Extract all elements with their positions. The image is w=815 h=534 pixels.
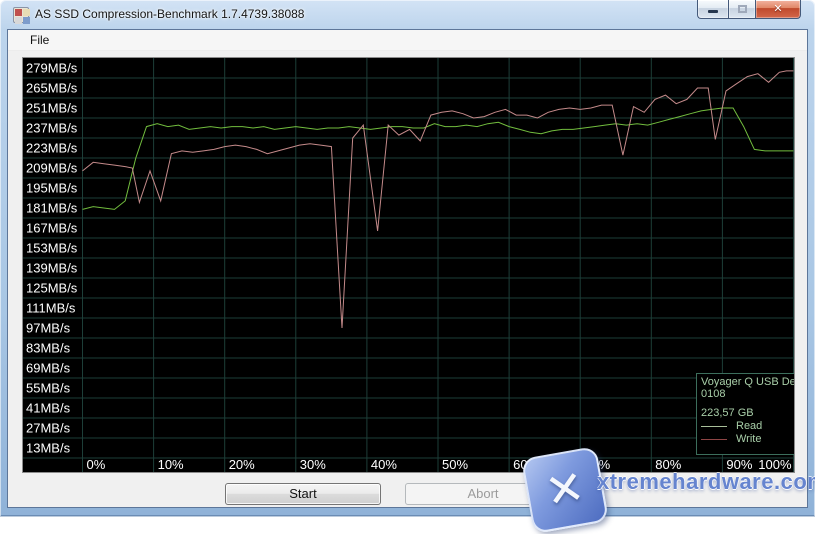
svg-text:125MB/s: 125MB/s: [26, 281, 78, 296]
menubar: File: [8, 30, 807, 51]
legend-device-name: Voyager Q USB Dev: [701, 376, 795, 388]
app-icon: [13, 7, 29, 23]
svg-text:13MB/s: 13MB/s: [26, 441, 71, 456]
close-button[interactable]: ✕: [756, 0, 801, 19]
svg-text:167MB/s: 167MB/s: [26, 221, 78, 236]
svg-text:50%: 50%: [442, 457, 468, 472]
window-controls: ✕: [697, 0, 801, 19]
abort-button[interactable]: Abort: [405, 483, 561, 505]
titlebar[interactable]: AS SSD Compression-Benchmark 1.7.4739.38…: [0, 0, 815, 30]
legend-capacity: 223,57 GB: [701, 407, 795, 419]
window-title: AS SSD Compression-Benchmark 1.7.4739.38…: [35, 0, 304, 30]
maximize-button[interactable]: [728, 0, 756, 19]
svg-text:181MB/s: 181MB/s: [26, 201, 78, 216]
svg-text:209MB/s: 209MB/s: [26, 161, 78, 176]
svg-text:41MB/s: 41MB/s: [26, 401, 71, 416]
write-line-swatch: [701, 439, 727, 440]
svg-text:279MB/s: 279MB/s: [26, 61, 78, 76]
legend-device-id: 0108: [701, 388, 795, 400]
svg-text:237MB/s: 237MB/s: [26, 121, 78, 136]
read-line-swatch: [701, 426, 727, 427]
minimize-button[interactable]: [697, 0, 728, 19]
svg-text:100%: 100%: [758, 457, 792, 472]
legend-write-row: Write: [701, 433, 795, 445]
chart-legend: Voyager Q USB Dev 0108 223,57 GB Read Wr…: [696, 373, 795, 455]
app-window: AS SSD Compression-Benchmark 1.7.4739.38…: [0, 0, 815, 517]
svg-text:111MB/s: 111MB/s: [26, 301, 76, 316]
svg-text:80%: 80%: [655, 457, 681, 472]
svg-text:83MB/s: 83MB/s: [26, 341, 71, 356]
svg-text:40%: 40%: [371, 457, 397, 472]
svg-text:27MB/s: 27MB/s: [26, 421, 71, 436]
svg-text:97MB/s: 97MB/s: [26, 321, 71, 336]
maximize-icon: [738, 5, 747, 13]
start-button[interactable]: Start: [225, 483, 381, 505]
svg-text:195MB/s: 195MB/s: [26, 181, 78, 196]
svg-text:251MB/s: 251MB/s: [26, 101, 78, 116]
legend-read-row: Read: [701, 420, 795, 432]
svg-text:55MB/s: 55MB/s: [26, 381, 71, 396]
legend-read-label: Read: [736, 420, 762, 432]
svg-text:60%: 60%: [513, 457, 539, 472]
menu-item-file[interactable]: File: [21, 30, 58, 50]
svg-text:139MB/s: 139MB/s: [26, 261, 78, 276]
svg-text:30%: 30%: [300, 457, 326, 472]
svg-text:20%: 20%: [229, 457, 255, 472]
svg-text:10%: 10%: [158, 457, 184, 472]
minimize-icon: [708, 10, 718, 13]
chart-svg: 279MB/s 265MB/s 251MB/s 237MB/s 223MB/s 209MB…: [23, 58, 794, 472]
svg-text:90%: 90%: [726, 457, 752, 472]
client-area: File 279MB/s 265MB/s 251MB/s 237MB/s 223MB/s…: [8, 30, 807, 507]
svg-text:0%: 0%: [87, 457, 106, 472]
svg-text:70%: 70%: [584, 457, 610, 472]
legend-write-label: Write: [736, 433, 761, 445]
svg-text:69MB/s: 69MB/s: [26, 361, 71, 376]
close-icon: ✕: [756, 0, 800, 18]
svg-text:223MB/s: 223MB/s: [26, 141, 78, 156]
chart-panel: 279MB/s 265MB/s 251MB/s 237MB/s 223MB/s 209MB…: [22, 57, 795, 473]
svg-text:153MB/s: 153MB/s: [26, 241, 78, 256]
svg-text:265MB/s: 265MB/s: [26, 81, 78, 96]
